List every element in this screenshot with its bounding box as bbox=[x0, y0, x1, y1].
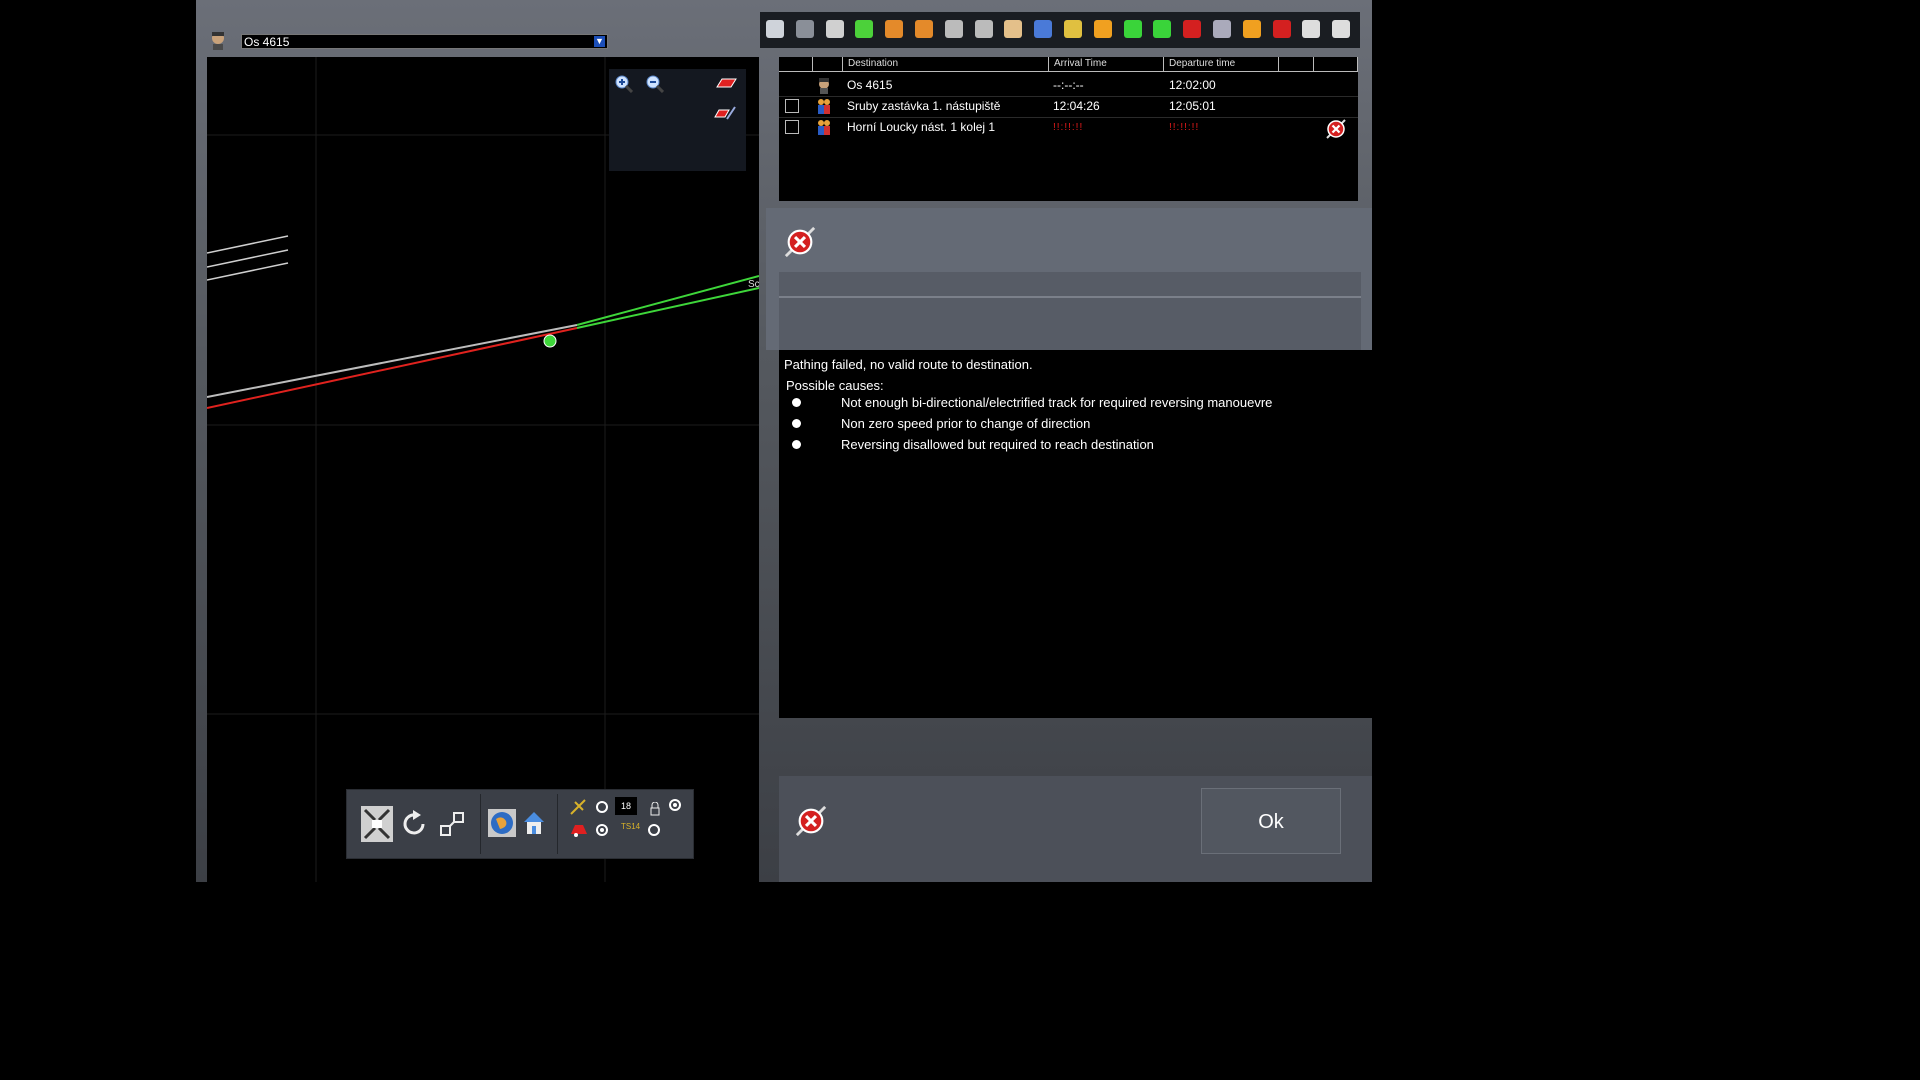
table-row[interactable]: Sruby zastávka 1. nástupiště 12:04:26 12… bbox=[779, 96, 1358, 118]
column-extra-1 bbox=[1278, 57, 1313, 71]
track-lines bbox=[207, 235, 289, 281]
radio-option-1[interactable] bbox=[595, 800, 609, 814]
erase-path-icon[interactable] bbox=[713, 105, 737, 123]
path-error-icon[interactable] bbox=[1324, 117, 1348, 141]
fit-view-button[interactable] bbox=[361, 806, 393, 842]
arrival-cell: 12:04:26 bbox=[1053, 99, 1100, 113]
map-bottom-toolbar: 18 TS14 bbox=[346, 789, 694, 859]
column-extra-2 bbox=[1313, 57, 1358, 71]
map-marker-label: Sc bbox=[748, 279, 759, 290]
expand-icon bbox=[363, 808, 391, 840]
cancel-path-icon[interactable] bbox=[1183, 20, 1202, 38]
delete-icon[interactable] bbox=[795, 20, 814, 38]
column-departure: Departure time bbox=[1163, 57, 1278, 71]
bullet-icon bbox=[792, 440, 801, 449]
rotate-icon[interactable] bbox=[399, 806, 431, 842]
table-row[interactable]: Horní Loucky nást. 1 kolej 1 !!:!!:!! !!… bbox=[779, 117, 1358, 141]
bullet-icon bbox=[792, 419, 801, 428]
timetable-toolbar bbox=[760, 12, 1360, 48]
column-icon bbox=[812, 57, 842, 71]
row-checkbox[interactable] bbox=[785, 99, 799, 113]
map-tools-panel bbox=[609, 69, 746, 171]
timetable-table: Destination Arrival Time Departure time … bbox=[779, 57, 1358, 201]
column-arrival: Arrival Time bbox=[1048, 57, 1163, 71]
error-title: Pathing failed, no valid route to destin… bbox=[784, 357, 1033, 372]
zoom-in-icon[interactable] bbox=[615, 75, 633, 93]
destination-cell: Horní Loucky nást. 1 kolej 1 bbox=[847, 120, 996, 134]
path-green-lower bbox=[576, 287, 759, 329]
driver-icon bbox=[819, 78, 829, 94]
grid-small-icon[interactable] bbox=[825, 20, 844, 38]
train-position-marker bbox=[543, 334, 557, 348]
settings-icon[interactable] bbox=[1213, 20, 1231, 38]
radio-option-2[interactable] bbox=[668, 798, 682, 812]
path-error-icon bbox=[795, 805, 827, 837]
track-speed-label: TS14 bbox=[621, 822, 641, 831]
add-plus-icon[interactable] bbox=[1153, 20, 1172, 38]
globe-icon[interactable] bbox=[488, 809, 516, 837]
departure-cell-error: !!:!!:!! bbox=[1169, 122, 1200, 133]
arrival-cell: --:--:-- bbox=[1053, 78, 1084, 92]
radio-option-4[interactable] bbox=[647, 823, 661, 837]
save-icon[interactable] bbox=[766, 20, 784, 38]
track-grey bbox=[207, 324, 578, 398]
departure-cell: 12:05:01 bbox=[1169, 99, 1216, 113]
panel-line bbox=[779, 296, 1361, 298]
table-header: Destination Arrival Time Departure time bbox=[779, 57, 1358, 72]
orange-grid-icon[interactable] bbox=[1093, 20, 1112, 38]
lock-icon[interactable] bbox=[649, 802, 661, 816]
add-green-icon[interactable] bbox=[1123, 20, 1142, 38]
causes-header: Possible causes: bbox=[786, 378, 884, 393]
departure-cell: 12:02:00 bbox=[1169, 78, 1216, 92]
train-icon[interactable] bbox=[569, 822, 589, 838]
cause-item: Reversing disallowed but required to rea… bbox=[841, 437, 1154, 452]
split-icon[interactable] bbox=[944, 20, 963, 38]
route-map[interactable]: Sc bbox=[207, 57, 759, 882]
destination-cell: Os 4615 bbox=[847, 78, 893, 92]
train-select-dropdown[interactable]: Os 4615 ▼ bbox=[241, 34, 608, 49]
driver-icon bbox=[208, 30, 228, 50]
move-down-icon[interactable] bbox=[915, 20, 933, 38]
zoom-out-icon[interactable] bbox=[646, 75, 664, 93]
destination-cell: Sruby zastávka 1. nástupiště bbox=[847, 99, 1001, 113]
edit-icon[interactable] bbox=[1064, 20, 1082, 38]
passengers-icon bbox=[818, 120, 830, 135]
eraser-icon[interactable] bbox=[713, 75, 737, 93]
monitor-icon[interactable] bbox=[1302, 20, 1321, 38]
radio-option-3[interactable] bbox=[595, 823, 609, 837]
passengers-icon bbox=[818, 99, 830, 114]
resize-icon[interactable] bbox=[437, 806, 469, 842]
path-error-icon bbox=[784, 226, 816, 258]
join-icon[interactable] bbox=[974, 20, 993, 38]
signal-icon[interactable] bbox=[569, 798, 587, 816]
home-icon[interactable] bbox=[522, 810, 546, 836]
table-row[interactable]: Os 4615 --:--:-- 12:02:00 bbox=[779, 75, 1358, 97]
move-up-icon[interactable] bbox=[885, 20, 904, 38]
train-select-value: Os 4615 bbox=[244, 35, 290, 49]
chevron-down-icon[interactable]: ▼ bbox=[594, 36, 605, 47]
bullet-icon bbox=[792, 398, 801, 407]
grid-large-icon[interactable] bbox=[855, 20, 874, 38]
hand-icon[interactable] bbox=[1004, 20, 1023, 38]
map-canvas: Sc bbox=[207, 57, 759, 882]
ok-button[interactable]: Ok bbox=[1201, 788, 1341, 854]
panel-divider bbox=[779, 272, 1361, 350]
number-display: 18 bbox=[615, 797, 637, 815]
platform-icon[interactable] bbox=[1332, 20, 1351, 38]
cause-item: Not enough bi-directional/electrified tr… bbox=[841, 395, 1273, 410]
cause-item: Non zero speed prior to change of direct… bbox=[841, 416, 1091, 431]
passengers-icon[interactable] bbox=[1034, 20, 1053, 38]
column-destination: Destination bbox=[842, 57, 1048, 71]
arrival-cell-error: !!:!!:!! bbox=[1053, 122, 1084, 133]
forward-icon[interactable] bbox=[1242, 20, 1261, 38]
path-green-upper bbox=[576, 275, 759, 326]
path-red bbox=[207, 327, 578, 409]
flag-icon[interactable] bbox=[1272, 20, 1291, 38]
row-checkbox[interactable] bbox=[785, 120, 799, 134]
